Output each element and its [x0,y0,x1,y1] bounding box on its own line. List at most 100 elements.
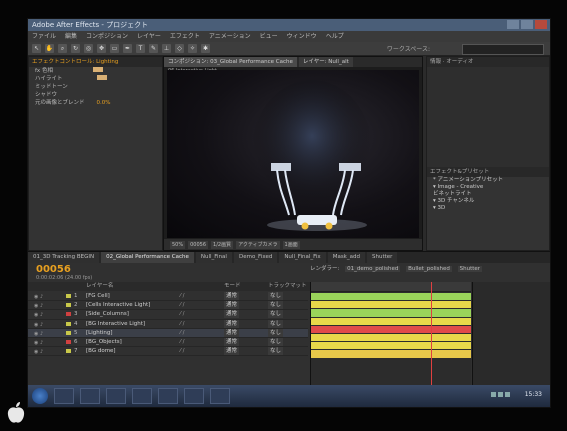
color-swatch[interactable] [97,75,108,80]
menu-view[interactable]: ビュー [260,31,278,42]
tab-composition[interactable]: コンポジション: 03_Global Performance Cache [164,57,297,67]
puppet-tool-icon[interactable]: ✱ [201,44,210,53]
layer-row[interactable]: ◉ ♪ 6 [BG_Objects] ⁄ ∕ 通常 なし [28,337,308,348]
track-area[interactable] [310,282,471,386]
resolution-select[interactable]: 1/2画質 [211,240,234,249]
pen-tool-icon[interactable]: ✒ [123,44,132,53]
maximize-icon[interactable] [521,20,533,29]
effect-controls-tab[interactable]: エフェクトコントロール: Lighting [29,57,162,67]
timeline-timecode[interactable]: 00056 [36,264,71,275]
layer-duration-bar[interactable] [311,293,471,301]
switches-icon[interactable]: ⁄ ∕ [180,338,185,346]
effects-presets-tab[interactable]: エフェクト&プリセット [427,167,549,177]
visibility-icon[interactable]: ◉ ♪ [34,302,43,310]
layer-row[interactable]: ◉ ♪ 3 [Side_Columns] ⁄ ∕ 通常 なし [28,310,308,320]
switches-icon[interactable]: ⁄ ∕ [180,292,185,300]
timeline-tab[interactable]: Null_Final [195,252,232,263]
stamp-tool-icon[interactable]: ⊥ [162,44,171,53]
label-color[interactable] [66,339,71,344]
switches-icon[interactable]: ⁄ ∕ [180,301,185,309]
info-tab[interactable]: 情報 · オーディオ [427,57,549,67]
timeline-tab[interactable]: Null_Final_Fix [279,252,326,263]
render-tab[interactable]: Bullet_polished [406,266,452,272]
mask-tool-icon[interactable]: ▭ [110,44,119,53]
layer-row[interactable]: ◉ ♪ 1 [FG Cell] ⁄ ∕ 通常 なし [28,292,308,302]
visibility-icon[interactable]: ◉ ♪ [34,293,43,301]
taskbar-app-icon[interactable] [106,388,126,404]
taskbar-app-icon[interactable] [158,388,178,404]
timeline-tab[interactable]: Mask_add [327,252,365,263]
effect-row[interactable]: 元の画像とブレンド 0.0% [29,99,162,107]
taskbar-app-icon[interactable] [132,388,152,404]
preset-tree-item[interactable]: ▾ Image - Creative [427,184,549,191]
visibility-icon[interactable]: ◉ ♪ [34,339,43,347]
column-layer-name[interactable]: レイヤー名 [86,282,113,291]
timeline-tab[interactable]: Demo_Fixed [233,252,278,263]
label-color[interactable] [66,294,71,298]
preset-tree-item[interactable]: * アニメーションプリセット [427,177,549,184]
eraser-tool-icon[interactable]: ◇ [175,44,184,53]
text-tool-icon[interactable]: T [136,44,145,53]
roto-brush-tool-icon[interactable]: ✧ [188,44,197,53]
current-time-indicator[interactable] [431,282,432,386]
menu-composition[interactable]: コンポジション [86,31,128,42]
timeline-tab[interactable]: Shutter [366,252,398,263]
taskbar-app-icon[interactable] [54,388,74,404]
menu-animation[interactable]: アニメーション [209,31,251,42]
label-color[interactable] [66,321,71,326]
layer-duration-bar[interactable] [311,317,471,325]
rotate-tool-icon[interactable]: ↻ [71,44,80,53]
preset-tree-item[interactable]: ▾ 3D チャンネル [427,198,549,205]
pan-behind-tool-icon[interactable]: ✥ [97,44,106,53]
label-color[interactable] [66,349,71,354]
layer-row[interactable]: ◉ ♪ 2 [Cells Interactive Light] ⁄ ∕ 通常 なし [28,301,308,311]
timeline-tab[interactable]: 02_Global Performance Cache [101,252,194,263]
minimize-icon[interactable] [507,20,519,29]
layer-duration-bar[interactable] [311,301,471,309]
effect-row[interactable]: fx 色相 [29,67,162,75]
tab-layer[interactable]: レイヤー: Null_alt [298,57,353,67]
switches-icon[interactable]: ⁄ ∕ [180,347,185,355]
layer-duration-bar[interactable] [311,309,471,317]
visibility-icon[interactable]: ◉ ♪ [34,321,43,329]
composition-canvas[interactable] [167,70,419,238]
color-swatch[interactable] [92,67,103,72]
layer-duration-bar[interactable] [311,325,471,333]
preset-tree-item[interactable]: ビネットライト [427,191,549,198]
column-track-matte[interactable]: トラックマット [268,282,307,291]
switches-icon[interactable]: ⁄ ∕ [180,310,185,318]
tray-icon[interactable] [491,392,496,397]
taskbar-app-icon[interactable] [184,388,204,404]
layer-duration-bar[interactable] [311,342,471,350]
viewer-timecode[interactable]: 00056 [188,240,209,249]
zoom-select[interactable]: 50% [170,240,186,249]
menu-window[interactable]: ウィンドウ [287,31,317,42]
switches-icon[interactable]: ⁄ ∕ [180,329,185,337]
label-color[interactable] [66,312,71,317]
layer-duration-bar[interactable] [311,333,471,342]
label-color[interactable] [66,330,71,335]
brush-tool-icon[interactable]: ✎ [149,44,158,53]
help-search-input[interactable] [462,44,544,55]
visibility-icon[interactable]: ◉ ♪ [34,348,43,356]
time-ruler[interactable] [311,282,471,386]
layer-row[interactable]: ◉ ♪ 7 [BG dome] ⁄ ∕ 通常 なし [28,347,308,357]
tray-icon[interactable] [505,392,510,397]
render-tab[interactable]: Shutter [457,266,483,272]
hand-tool-icon[interactable]: ✋ [45,44,54,53]
close-icon[interactable] [535,20,547,29]
switches-icon[interactable]: ⁄ ∕ [180,320,185,328]
preset-tree-item[interactable]: ▾ 3D [427,205,549,212]
menu-layer[interactable]: レイヤー [137,31,161,42]
tray-icon[interactable] [498,392,503,397]
effect-row[interactable]: シャドウ [29,91,162,99]
effect-row[interactable]: ミッドトーン [29,83,162,91]
camera-tool-icon[interactable]: ◎ [84,44,93,53]
effect-row[interactable]: ハイライト [29,75,162,83]
selection-tool-icon[interactable]: ↖ [32,44,41,53]
label-color[interactable] [66,303,71,308]
visibility-icon[interactable]: ◉ ♪ [34,311,43,319]
visibility-icon[interactable]: ◉ ♪ [34,330,43,338]
menu-effect[interactable]: エフェクト [170,31,200,42]
column-mode[interactable]: モード [224,282,241,291]
